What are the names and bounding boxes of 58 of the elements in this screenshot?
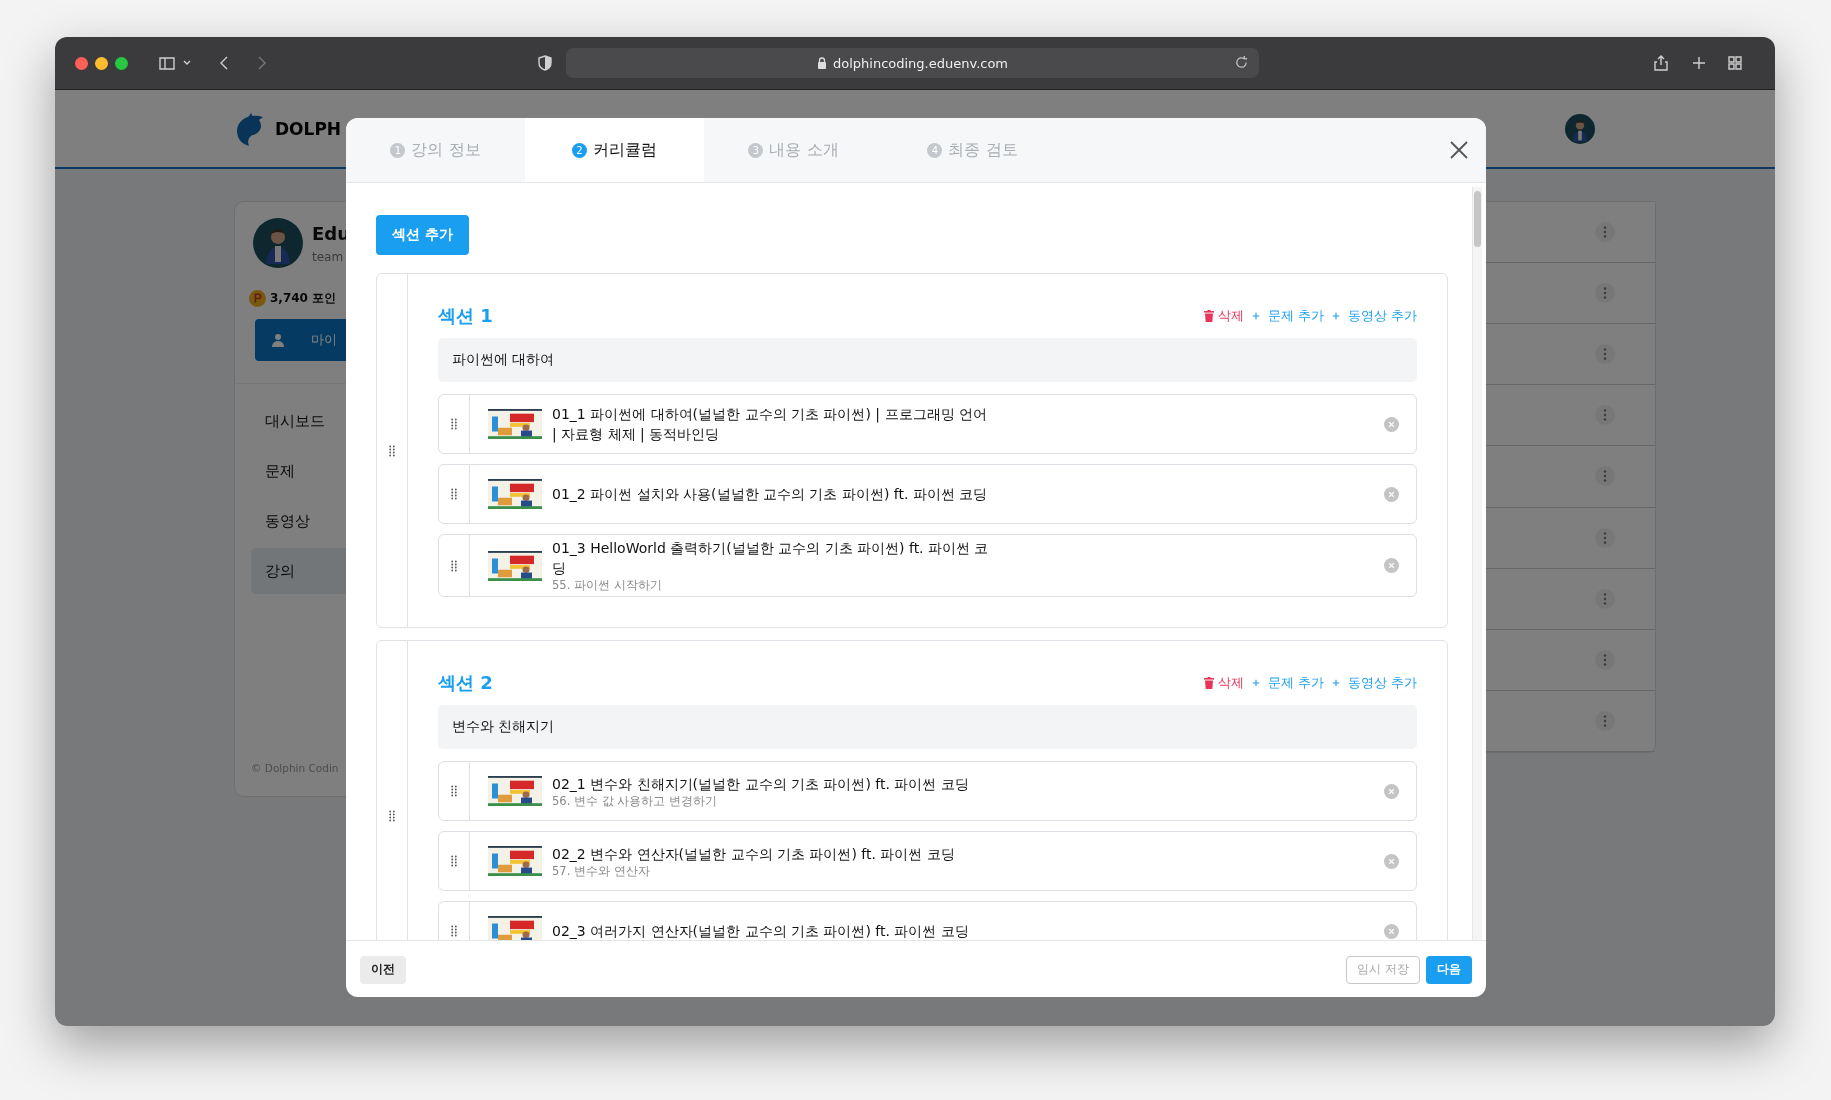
drag-handle-icon[interactable]	[389, 810, 395, 822]
shield-icon[interactable]	[536, 54, 554, 72]
profile-email: team	[312, 249, 345, 264]
video-title: 02_2 변수와 연산자(널널한 교수의 기초 파이썬) ft. 파이썬 코딩	[552, 844, 956, 864]
lock-icon	[816, 57, 827, 69]
section-title: 섹션 2	[438, 671, 493, 695]
video-title: 01_1 파이썬에 대하여(널널한 교수의 기초 파이썬) | 프로그래밍 언어 | 자료형 체제 | 동적바인딩	[552, 405, 988, 444]
video-title: 02_1 변수와 친해지기(널널한 교수의 기초 파이썬) ft. 파이썬 코딩	[552, 774, 970, 794]
plus-icon	[1331, 312, 1340, 320]
reload-icon[interactable]	[1234, 55, 1249, 70]
url-text: dolphincoding.eduenv.com	[832, 55, 1009, 71]
sidebar-icon[interactable]	[158, 54, 176, 72]
add-problem-link[interactable]: 문제 추가	[1267, 307, 1324, 325]
person-icon	[271, 333, 285, 347]
video-subtitle: 57. 변수와 연산자	[552, 863, 651, 879]
close-window-button[interactable]	[75, 56, 88, 70]
section-name-field[interactable]: 변수와 친해지기	[438, 705, 1417, 749]
user-avatar	[1565, 113, 1595, 144]
drag-handle-icon[interactable]	[451, 488, 457, 500]
profile-avatar	[253, 218, 303, 268]
minimize-window-button[interactable]	[95, 56, 108, 70]
step-tab[interactable]: 2 커리큘럼	[525, 118, 704, 182]
share-icon[interactable]	[1652, 54, 1670, 72]
plus-icon	[1251, 312, 1260, 320]
delete-button[interactable]: 삭제	[1203, 307, 1244, 325]
drag-handle-icon[interactable]	[451, 559, 457, 572]
video-subtitle: 55. 파이썬 시작하기	[552, 578, 663, 593]
add-video-link[interactable]: 동영상 추가	[1347, 674, 1417, 692]
drag-handle-icon[interactable]	[451, 418, 457, 430]
zoom-window-button[interactable]	[115, 56, 128, 70]
plus-icon	[1331, 679, 1340, 687]
plus-icon	[1251, 679, 1260, 687]
add-problem-link[interactable]: 문제 추가	[1267, 674, 1324, 692]
video-title: 01_2 파이썬 설치와 사용(널널한 교수의 기초 파이썬) ft. 파이썬 코딩	[552, 485, 989, 504]
next-button[interactable]: 다음	[1426, 955, 1472, 984]
add-section-button[interactable]: 섹션 추가	[376, 215, 469, 255]
new-tab-icon[interactable]	[1690, 54, 1708, 72]
video-title: 02_3 여러가지 연산자(널널한 교수의 기초 파이썬) ft. 파이썬 코딩	[552, 922, 970, 940]
add-video-link[interactable]: 동영상 추가	[1347, 307, 1417, 325]
scrollbar[interactable]	[1472, 187, 1482, 940]
coin-icon	[249, 290, 266, 307]
delete-button[interactable]: 삭제	[1203, 674, 1244, 692]
drag-handle-icon[interactable]	[451, 785, 457, 797]
previous-button[interactable]: 이전	[360, 955, 406, 984]
drag-handle-icon[interactable]	[451, 855, 457, 867]
section-title: 섹션 1	[438, 304, 493, 328]
site-logo[interactable]: DOLPH	[275, 118, 342, 139]
drag-handle-icon[interactable]	[451, 925, 457, 937]
tab-overview-icon[interactable]	[1726, 54, 1744, 72]
close-icon[interactable]	[1448, 139, 1470, 161]
section-name-field[interactable]: 파이썬에 대하여	[438, 338, 1417, 382]
trash-icon	[1203, 310, 1214, 322]
points-text: 3,740 포인	[270, 290, 337, 307]
trash-icon	[1203, 677, 1214, 689]
address-bar[interactable]: dolphincoding.eduenv.com	[566, 48, 1259, 78]
drag-handle-icon[interactable]	[389, 444, 395, 457]
video-title: 01_3 HelloWorld 출력하기(널널한 교수의 기초 파이썬) ft. 파이썬 코딩	[552, 539, 990, 578]
video-subtitle: 56. 변수 값 사용하고 변경하기	[552, 793, 718, 809]
